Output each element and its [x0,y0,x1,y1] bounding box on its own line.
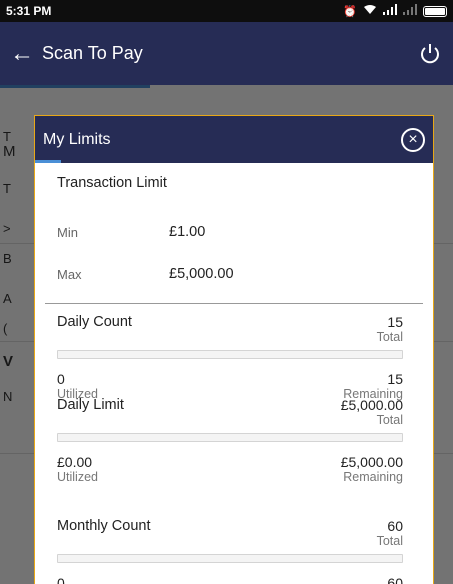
daily-limit-section: Daily Limit £5,000.00 Total £0.00 Utiliz… [35,397,433,484]
min-value: £1.00 [169,224,206,240]
daily-limit-utilized: £0.00 [57,454,93,470]
max-value: £5,000.00 [169,266,234,282]
daily-limit-total: £5,000.00 [340,397,403,413]
daily-limit-footer: £0.00 Utilized £5,000.00 Remaining [57,454,403,484]
monthly-count-utilized: 0 [57,575,65,584]
monthly-count-section: Monthly Count 60 Total 0 60 [35,518,433,584]
monthly-count-remaining: 60 [387,575,403,584]
section-divider [45,303,423,304]
daily-count-remaining: 15 [387,371,403,387]
wifi-icon [363,4,377,18]
back-arrow-icon[interactable]: ← [10,40,40,68]
dialog-title: My Limits [43,130,111,148]
daily-count-header: Daily Count 15 [57,314,403,330]
daily-count-label: Daily Count [57,314,132,330]
max-label: Max [57,266,82,282]
monthly-count-footer: 0 60 [57,575,403,584]
monthly-count-total-label: Total [376,534,403,548]
transaction-limit-title: Transaction Limit [57,175,167,191]
daily-limit-utilized-label: Utilized [57,470,98,484]
daily-limit-total-label: Total [376,413,403,427]
daily-limit-header: Daily Limit £5,000.00 [57,397,403,413]
status-icons: ⏰ [343,4,447,18]
monthly-count-progress [57,554,403,563]
power-icon[interactable] [417,41,443,67]
max-row: Max £5,000.00 [57,253,433,295]
daily-count-total-label: Total [376,330,403,344]
status-time: 5:31 PM [6,4,52,18]
battery-icon [423,5,447,17]
daily-limit-label: Daily Limit [57,397,124,413]
transaction-limit-section: Transaction Limit Min £1.00 Max £5,000.0… [35,163,433,295]
monthly-count-header: Monthly Count 60 [57,518,403,534]
alarm-icon: ⏰ [343,5,357,18]
daily-count-progress [57,350,403,359]
min-label: Min [57,224,78,240]
daily-count-utilized: 0 [57,371,65,387]
page-title: Scan To Pay [42,43,143,63]
daily-limit-progress [57,433,403,442]
close-icon[interactable]: × [401,127,425,152]
status-bar: 5:31 PM ⏰ [0,0,453,22]
monthly-count-label: Monthly Count [57,518,151,534]
daily-count-total: 15 [387,314,403,330]
header-accent [35,160,61,163]
monthly-count-total: 60 [387,518,403,534]
daily-limit-remaining: £5,000.00 [340,454,403,470]
my-limits-dialog: My Limits × Transaction Limit Min £1.00 … [34,115,434,584]
signal-icon [383,4,397,18]
dialog-header: My Limits × [35,116,433,163]
min-row: Min £1.00 [57,211,433,253]
signal-2-icon [403,4,417,18]
daily-limit-remaining-label: Remaining [343,470,403,484]
daily-count-section: Daily Count 15 Total 0 Utilized 15 Remai… [35,314,433,401]
app-bar: ← Scan To Pay [0,22,453,85]
